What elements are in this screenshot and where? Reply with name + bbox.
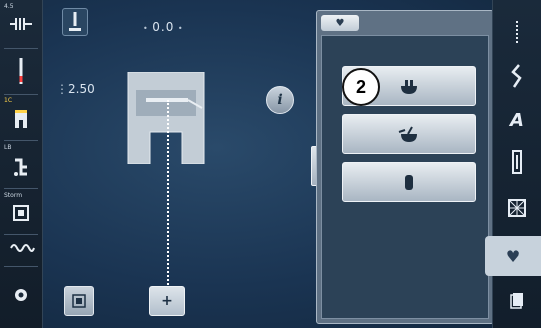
divider (4, 234, 38, 235)
stitch-length-value: 2.50 (68, 82, 95, 96)
hook-both-icon (401, 80, 417, 94)
stitch-plate-icon[interactable] (0, 202, 42, 230)
presser-foot-icon[interactable] (0, 108, 42, 136)
hook-single-button[interactable] (342, 162, 476, 202)
presser-foot-illustration (126, 71, 206, 165)
needle-position-icon[interactable] (62, 8, 88, 36)
personal-program-icon[interactable]: ♥ (485, 236, 541, 276)
divider (4, 140, 38, 141)
hook-left-icon (398, 126, 417, 142)
tension-label: 1C (4, 97, 13, 104)
alphabets-icon[interactable]: A (493, 100, 541, 140)
divider (4, 48, 38, 49)
personal-panel: ♥ (316, 10, 494, 324)
left-toolbar: 4.5 1C LB Storm (0, 0, 43, 328)
top-label: 4.5 (4, 3, 14, 10)
buttonholes-icon[interactable] (493, 142, 541, 182)
increase-marker: • (174, 24, 184, 33)
stitch-line (167, 100, 169, 285)
decorative-stitches-icon[interactable] (493, 56, 541, 96)
stitch-width-readout: • 0.0 • (143, 20, 184, 34)
hook-single-icon (405, 175, 413, 190)
stitch-length-readout: ⋮2.50 (56, 82, 95, 96)
stitch-width-icon[interactable] (0, 12, 42, 42)
quilt-stitches-icon[interactable] (493, 188, 541, 228)
pattern-view-button[interactable] (64, 286, 94, 316)
hook-left-button[interactable] (342, 114, 476, 154)
feed-dog-icon[interactable] (0, 154, 42, 184)
divider (4, 188, 38, 189)
length-marker: ⋮ (56, 82, 68, 96)
info-button[interactable]: i (266, 86, 294, 114)
settings-icon[interactable] (0, 284, 42, 310)
heart-icon[interactable]: ♥ (321, 15, 359, 31)
divider (4, 94, 38, 95)
add-button[interactable]: + (149, 286, 185, 316)
right-toolbar: A ♥ (485, 0, 541, 328)
thread-tension-icon[interactable] (0, 238, 42, 260)
sewing-machine-screen: 4.5 1C LB Storm • 0.0 • ⋮2.50 i + ♥ 2 A … (0, 0, 541, 328)
needle-icon[interactable] (0, 56, 42, 90)
memory-icon[interactable] (493, 280, 541, 320)
stitch-width-value: 0.0 (152, 20, 175, 34)
decrease-marker: • (143, 24, 153, 33)
feed-label: LB (4, 144, 12, 151)
presser-label: Storm (4, 192, 23, 199)
heart-icon: ♥ (505, 246, 521, 266)
practical-stitches-icon[interactable] (493, 12, 541, 52)
callout-badge: 2 (342, 68, 380, 106)
divider (4, 266, 38, 267)
